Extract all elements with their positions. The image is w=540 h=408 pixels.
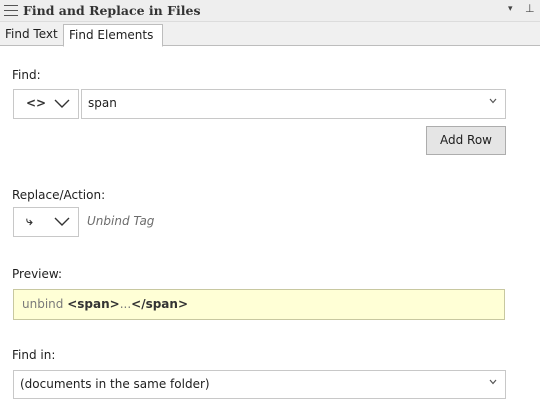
replace-action-value: Unbind Tag — [87, 214, 155, 228]
chevron-down-icon — [489, 98, 497, 104]
panel-title: Find and Replace in Files — [23, 3, 201, 18]
find-element-value: span — [88, 96, 117, 110]
preview-text: unbind <span>...</span> — [22, 297, 189, 311]
preview-box: unbind <span>...</span> — [13, 289, 505, 320]
code-tag-icon: <> — [26, 96, 47, 110]
tab-find-elements[interactable]: Find Elements — [63, 24, 163, 47]
tab-strip: Find Text Find Elements — [0, 22, 540, 47]
find-in-dropdown[interactable]: (documents in the same folder) — [13, 370, 506, 399]
chevron-down-icon — [54, 99, 70, 108]
pin-icon[interactable]: ⊥ — [525, 2, 535, 15]
unbind-tag-icon: ⤷ — [26, 214, 33, 228]
chevron-down-icon — [54, 217, 70, 226]
find-label: Find: — [12, 68, 41, 82]
find-element-field[interactable]: span — [81, 89, 506, 119]
panel-title-bar: Find and Replace in Files ▾ ⊥ — [0, 0, 540, 22]
find-in-label: Find in: — [12, 348, 56, 362]
chevron-down-icon — [489, 379, 497, 385]
panel-dropdown-icon[interactable]: ▾ — [508, 4, 513, 14]
preview-label: Preview: — [12, 267, 63, 281]
menu-icon[interactable] — [4, 5, 18, 16]
tab-find-text[interactable]: Find Text — [0, 24, 62, 46]
find-mode-dropdown[interactable]: <> — [13, 89, 79, 119]
find-in-value: (documents in the same folder) — [20, 377, 210, 391]
replace-action-dropdown[interactable]: ⤷ — [13, 207, 79, 237]
replace-action-label: Replace/Action: — [12, 188, 106, 202]
add-row-button[interactable]: Add Row — [426, 126, 506, 155]
